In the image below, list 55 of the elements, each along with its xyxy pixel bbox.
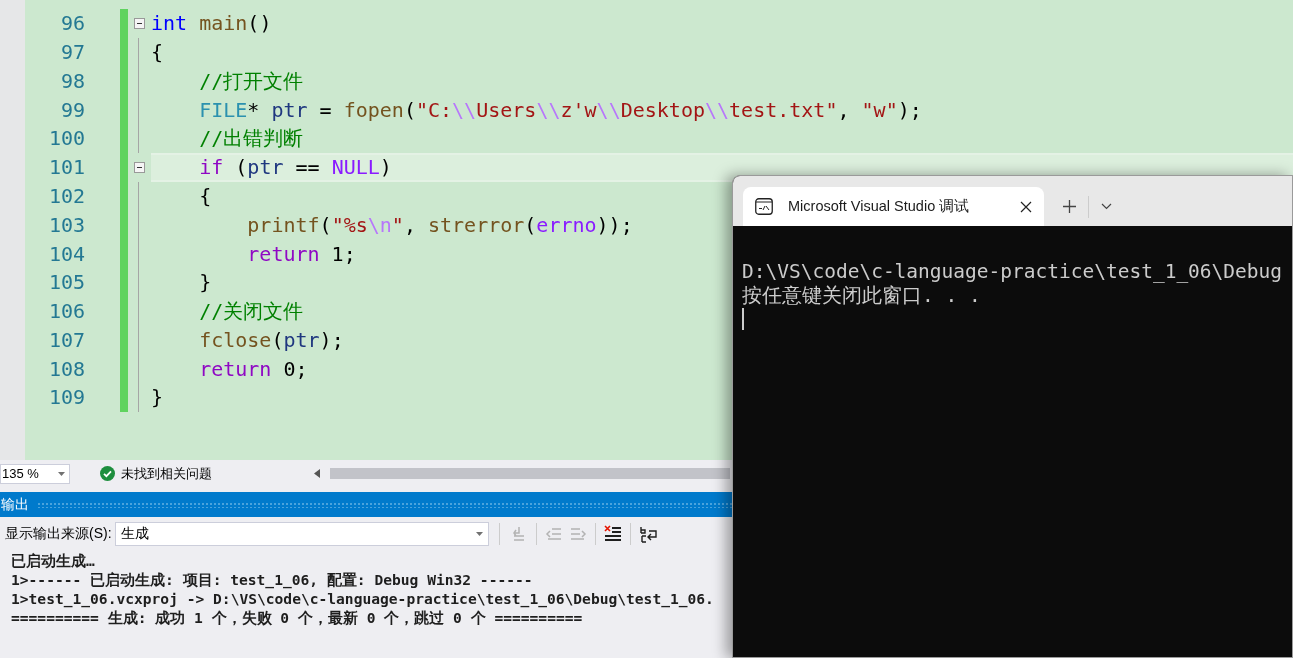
code-line: FILE* ptr = fopen("C:\\Users\\z'w\\Desktop\\test.txt", "w"); [198,96,922,124]
source-dropdown[interactable]: 生成 [114,521,489,546]
panel-title: 输出 [1,495,29,514]
terminal-icon [755,198,773,215]
line-number: 102 [48,183,85,210]
output-line: 1>test_1_06.vcxproj -> D:\VS\code\c-language-practice\test_1_06\Debug\test_1_06. [11,589,714,608]
issues-status: 未找到相关问题 [121,464,212,483]
console-line: D:\VS\code\c-language-practice\test_1_06\Debug [742,260,1283,284]
code-line: { [198,183,212,210]
line-number: 97 [60,39,85,67]
code-line: } [151,384,164,412]
word-wrap-icon[interactable] [638,524,659,543]
collapse-icon[interactable] [134,161,145,173]
check-icon [100,466,115,481]
caret-icon [58,471,65,476]
line-number: 96 [60,10,85,38]
line-number: 106 [48,298,85,326]
output-line: ========== 生成: 成功 1 个，失败 0 个，最新 0 个，跳过 0 个 ========== [11,608,583,627]
output-line: 1>------ 已启动生成: 项目: test_1_06, 配置: Debug Win32 ------ [11,570,533,589]
dropdown-icon[interactable] [1101,203,1112,210]
line-number: 100 [48,125,85,153]
code-line: { [151,39,164,67]
code-line: int main() [151,10,272,38]
line-number: 104 [48,240,85,268]
code-line: //关闭文件 [198,298,304,326]
code-line: printf("%s\n", strerror(errno)); [246,211,633,239]
console-line: 按任意键关闭此窗口. . . [742,284,981,308]
code-line: } [198,269,212,297]
code-line: //打开文件 [198,67,304,95]
collapse-icon[interactable] [134,17,145,29]
line-number: 103 [48,211,85,239]
zoom-dropdown[interactable]: 135 % [0,463,70,484]
code-line: //出错判断 [198,125,304,153]
line-number: 108 [48,355,85,383]
line-number: 109 [48,384,85,412]
console-tab[interactable]: Microsoft Visual Studio 调试 [743,187,1044,226]
horizontal-scrollbar[interactable] [330,468,730,479]
line-number: 98 [60,67,85,95]
scroll-left-icon[interactable] [314,469,320,478]
code-line: if (ptr == NULL) [198,154,392,182]
line-number: 101 [48,154,85,182]
source-label: 显示输出来源(S): [5,524,112,543]
tab-title: Microsoft Visual Studio 调试 [788,196,970,216]
line-number: 99 [60,96,85,124]
new-tab-icon[interactable] [1063,200,1076,213]
clear-all-icon[interactable] [603,524,622,543]
code-line: return 0; [198,355,308,383]
code-line: return 1; [246,240,356,268]
output-line: 已启动生成… [11,551,95,570]
line-number: 105 [48,269,85,297]
caret-icon [475,531,483,536]
code-line: fclose(ptr); [198,326,344,354]
line-number: 107 [48,326,85,354]
close-icon[interactable] [1020,200,1032,213]
text-cursor [742,308,744,330]
